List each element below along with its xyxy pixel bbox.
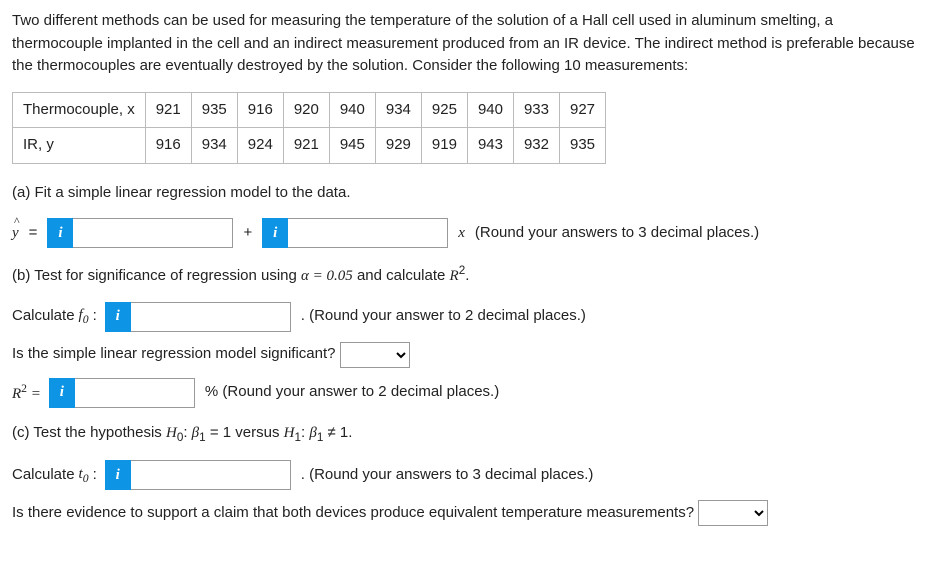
cell: 919 xyxy=(421,128,467,164)
row1-header: Thermocouple, x xyxy=(13,92,146,128)
part-b-prompt: (b) Test for significance of regression … xyxy=(12,262,923,288)
f0-input[interactable] xyxy=(131,302,291,332)
cell: 924 xyxy=(237,128,283,164)
plus-sign: + xyxy=(243,222,252,245)
cell: 921 xyxy=(283,128,329,164)
info-icon: i xyxy=(47,218,73,248)
cell: 935 xyxy=(560,128,606,164)
part-a-equation: y = i + i x (Round your answers to 3 dec… xyxy=(12,218,923,248)
significance-row: Is the simple linear regression model si… xyxy=(12,342,923,368)
round-hint: (Round your answers to 3 decimal places.… xyxy=(475,222,759,245)
t0-symbol: t0 xyxy=(79,463,89,488)
f0-row: Calculate f0 : i . (Round your answer to… xyxy=(12,302,923,332)
cell: 940 xyxy=(467,92,513,128)
round-hint: . (Round your answers to 3 decimal place… xyxy=(301,464,594,487)
cell: 916 xyxy=(145,128,191,164)
info-icon: i xyxy=(105,460,131,490)
round-hint: . (Round your answer to 2 decimal places… xyxy=(301,305,586,328)
cell: 921 xyxy=(145,92,191,128)
evidence-row: Is there evidence to support a claim tha… xyxy=(12,500,923,526)
colon: : xyxy=(93,305,97,328)
info-icon: i xyxy=(262,218,288,248)
cell: 945 xyxy=(329,128,375,164)
cell: 920 xyxy=(283,92,329,128)
equals-sign: = xyxy=(29,222,38,245)
evidence-select[interactable] xyxy=(698,500,768,526)
cell: 935 xyxy=(191,92,237,128)
row2-header: IR, y xyxy=(13,128,146,164)
cell: 943 xyxy=(467,128,513,164)
cell: 925 xyxy=(421,92,467,128)
y-hat-symbol: y xyxy=(12,222,19,245)
cell: 916 xyxy=(237,92,283,128)
cell: 927 xyxy=(560,92,606,128)
evidence-question: Is there evidence to support a claim tha… xyxy=(12,502,694,525)
part-a-prompt: (a) Fit a simple linear regression model… xyxy=(12,182,923,205)
cell: 933 xyxy=(513,92,559,128)
cell: 934 xyxy=(191,128,237,164)
calc-label: Calculate xyxy=(12,464,75,487)
significance-select[interactable] xyxy=(340,342,410,368)
cell: 929 xyxy=(375,128,421,164)
part-c-prompt: (c) Test the hypothesis H0: β1 = 1 versu… xyxy=(12,422,923,447)
cell: 932 xyxy=(513,128,559,164)
r2-symbol: R2 = xyxy=(12,380,41,406)
intercept-input[interactable] xyxy=(73,218,233,248)
cell: 940 xyxy=(329,92,375,128)
t0-input[interactable] xyxy=(131,460,291,490)
x-variable: x xyxy=(458,222,465,245)
info-icon: i xyxy=(105,302,131,332)
sig-question: Is the simple linear regression model si… xyxy=(12,343,336,366)
slope-input[interactable] xyxy=(288,218,448,248)
intro-text: Two different methods can be used for me… xyxy=(12,10,923,78)
calc-label: Calculate xyxy=(12,305,75,328)
r2-hint: % (Round your answer to 2 decimal places… xyxy=(205,381,499,404)
f0-symbol: f0 xyxy=(79,304,89,329)
r2-input[interactable] xyxy=(75,378,195,408)
colon: : xyxy=(93,464,97,487)
t0-row: Calculate t0 : i . (Round your answers t… xyxy=(12,460,923,490)
r2-row: R2 = i % (Round your answer to 2 decimal… xyxy=(12,378,923,408)
cell: 934 xyxy=(375,92,421,128)
data-table: Thermocouple, x 921 935 916 920 940 934 … xyxy=(12,92,606,164)
info-icon: i xyxy=(49,378,75,408)
